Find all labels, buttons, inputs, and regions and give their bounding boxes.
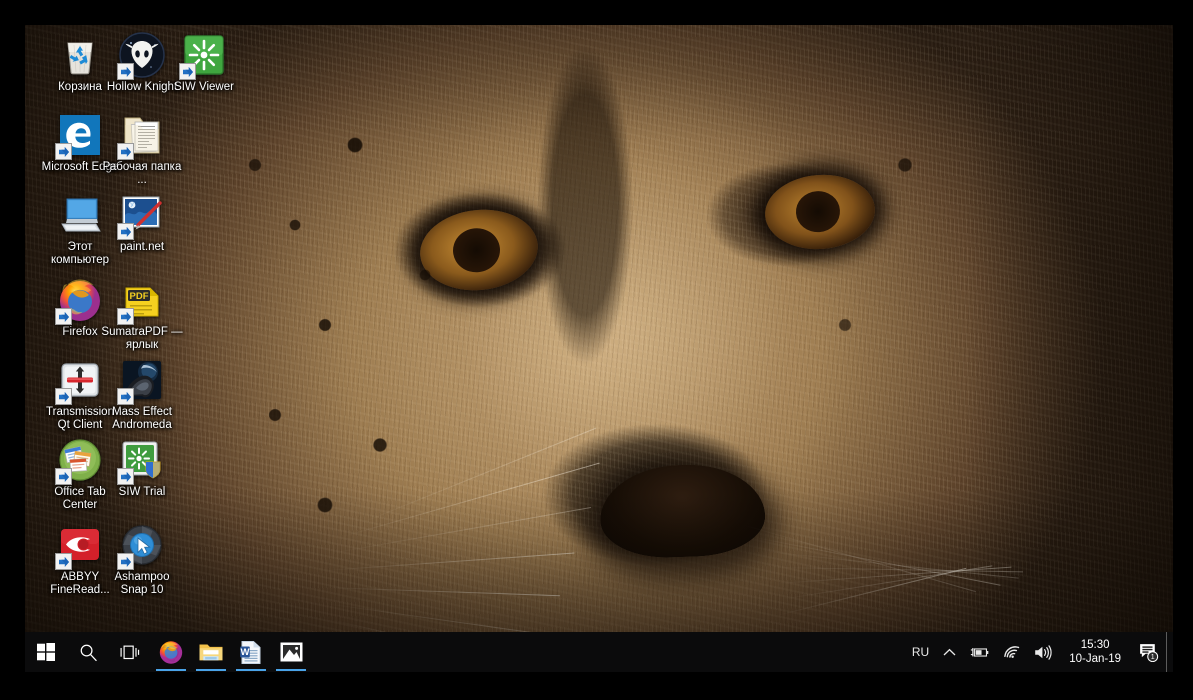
cheetah-left-eye xyxy=(416,204,542,296)
shortcut-arrow-icon xyxy=(117,468,134,485)
taskbar-clock[interactable]: 15:30 10-Jan-19 xyxy=(1059,632,1131,672)
office-tab-center-icon xyxy=(56,436,104,484)
cheetah-right-eye xyxy=(763,171,878,252)
shortcut-arrow-icon xyxy=(117,388,134,405)
desktop-icon-label: Ashampoo Snap 10 xyxy=(101,571,183,597)
screenshot-frame: Корзина Hollow Knight SIW Viewer Microso xyxy=(0,0,1193,700)
taskbar-app-word[interactable]: W xyxy=(231,632,271,672)
shortcut-arrow-icon xyxy=(117,143,134,160)
desktop-icon-mass-effect[interactable]: Mass Effect Andromeda xyxy=(101,356,183,432)
sumatra-pdf-icon: PDF xyxy=(118,276,166,324)
volume-button[interactable] xyxy=(1027,632,1059,672)
svg-text:PDF: PDF xyxy=(130,291,149,302)
cheetah-nose xyxy=(598,462,766,560)
taskbar-app-firefox[interactable] xyxy=(151,632,191,672)
desktop-icon-label: SumatraPDF — ярлык xyxy=(101,326,183,352)
shortcut-arrow-icon xyxy=(117,308,134,325)
clock-date: 10-Jan-19 xyxy=(1069,652,1121,666)
taskbar-app-photos[interactable] xyxy=(271,632,311,672)
folder-icon xyxy=(198,640,224,664)
language-label: RU xyxy=(912,645,929,659)
running-indicator xyxy=(156,669,186,671)
desktop-icon-label: SIW Viewer xyxy=(163,81,245,94)
windows-logo-icon xyxy=(37,643,55,661)
shortcut-arrow-icon xyxy=(55,468,72,485)
start-button[interactable] xyxy=(25,632,67,672)
notification-badge-count: 1 xyxy=(1151,654,1155,661)
wifi-icon xyxy=(1003,645,1020,659)
photos-icon xyxy=(279,641,304,663)
desktop-icon-sumatra-pdf[interactable]: PDF SumatraPDF — ярлык xyxy=(101,276,183,352)
shortcut-arrow-icon xyxy=(117,553,134,570)
shortcut-arrow-icon xyxy=(55,553,72,570)
siw-trial-icon xyxy=(118,436,166,484)
paint-net-icon xyxy=(118,191,166,239)
language-indicator[interactable]: RU xyxy=(905,632,936,672)
desktop-icon-label: paint.net xyxy=(101,241,183,254)
volume-icon xyxy=(1034,645,1052,660)
search-button[interactable] xyxy=(67,632,109,672)
taskbar-app-file-explorer[interactable] xyxy=(191,632,231,672)
desktop-icon-ashampoo-snap[interactable]: Ashampoo Snap 10 xyxy=(101,521,183,597)
action-center-button[interactable]: 1 xyxy=(1131,632,1166,672)
svg-text:W: W xyxy=(241,647,250,658)
task-view-icon xyxy=(120,644,140,661)
this-pc-icon xyxy=(56,191,104,239)
desktop-icon-label: SIW Trial xyxy=(101,486,183,499)
shortcut-arrow-icon xyxy=(117,63,134,80)
microsoft-edge-icon xyxy=(56,111,104,159)
notification-icon: 1 xyxy=(1138,642,1159,662)
abbyy-finereader-icon xyxy=(56,521,104,569)
firefox-icon xyxy=(56,276,104,324)
shortcut-arrow-icon xyxy=(55,388,72,405)
siw-viewer-icon xyxy=(180,31,228,79)
mass-effect-icon xyxy=(118,356,166,404)
running-indicator xyxy=(236,669,266,671)
running-indicator xyxy=(196,669,226,671)
taskbar: W RU xyxy=(25,632,1173,672)
desktop-screen: Корзина Hollow Knight SIW Viewer Microso xyxy=(25,25,1173,672)
desktop-icon-siw-viewer[interactable]: SIW Viewer xyxy=(163,31,245,94)
task-view-button[interactable] xyxy=(109,632,151,672)
desktop-icon-paint-net[interactable]: paint.net xyxy=(101,191,183,254)
ashampoo-snap-icon xyxy=(118,521,166,569)
recycle-bin-icon xyxy=(56,31,104,79)
shortcut-arrow-icon xyxy=(117,223,134,240)
hollow-knight-icon xyxy=(118,31,166,79)
show-hidden-icons-button[interactable] xyxy=(936,632,963,672)
desktop-wallpaper xyxy=(25,25,1173,672)
cheetah-whiskers xyxy=(25,25,1173,672)
work-folder-icon xyxy=(118,111,166,159)
battery-charging-icon xyxy=(970,646,989,659)
word-document-icon: W xyxy=(239,640,263,665)
desktop-icon-label: Mass Effect Andromeda xyxy=(101,406,183,432)
battery-button[interactable] xyxy=(963,632,996,672)
network-button[interactable] xyxy=(996,632,1027,672)
desktop-icon-work-folder[interactable]: Рабочая папка ... xyxy=(101,111,183,187)
shortcut-arrow-icon xyxy=(179,63,196,80)
desktop-icon-siw-trial[interactable]: SIW Trial xyxy=(101,436,183,499)
show-desktop-button[interactable] xyxy=(1166,632,1173,672)
transmission-icon xyxy=(56,356,104,404)
clock-time: 15:30 xyxy=(1081,638,1110,652)
firefox-icon xyxy=(158,639,184,665)
shortcut-arrow-icon xyxy=(55,308,72,325)
desktop-icon-label: Рабочая папка ... xyxy=(101,161,183,187)
chevron-up-icon xyxy=(943,648,956,657)
running-indicator xyxy=(276,669,306,671)
search-icon xyxy=(79,643,98,662)
shortcut-arrow-icon xyxy=(55,143,72,160)
